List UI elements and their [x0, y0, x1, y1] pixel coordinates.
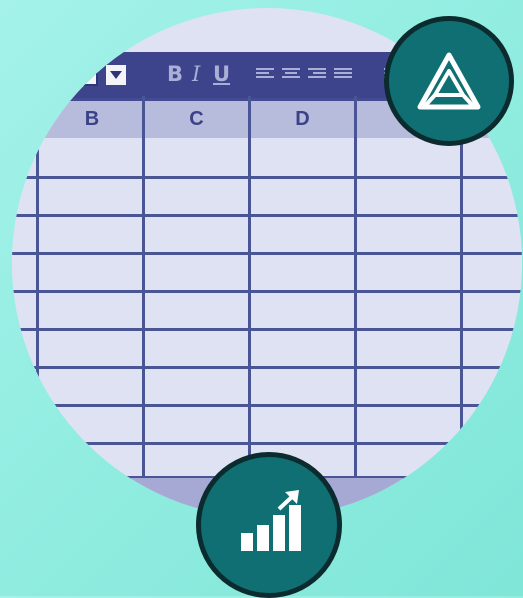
column-divider	[354, 96, 357, 476]
underline-button[interactable]: U	[213, 60, 230, 88]
align-center-icon[interactable]	[282, 68, 300, 82]
triforce-triangle-icon	[417, 52, 481, 110]
column-header-b[interactable]: B	[42, 101, 142, 138]
chart-badge	[196, 452, 342, 598]
align-justify-icon[interactable]	[334, 68, 352, 82]
row-divider	[12, 404, 522, 407]
bold-button[interactable]: B	[167, 60, 183, 88]
column-header-d[interactable]: D	[251, 101, 354, 138]
column-divider	[460, 96, 463, 476]
row-divider	[12, 176, 522, 179]
row-divider	[12, 252, 522, 255]
font-size-dropdown[interactable]	[106, 65, 126, 85]
column-divider	[142, 96, 145, 476]
cell-grid[interactable]	[12, 138, 522, 478]
column-divider	[36, 96, 39, 476]
growth-chart-icon	[241, 490, 301, 551]
font-size-field[interactable]	[70, 64, 98, 86]
align-left-icon[interactable]	[256, 68, 274, 82]
column-divider	[248, 96, 251, 476]
triangle-badge	[384, 16, 514, 146]
align-right-icon[interactable]	[308, 68, 326, 82]
row-divider	[12, 442, 522, 445]
italic-button[interactable]: I	[192, 60, 200, 88]
row-divider	[12, 328, 522, 331]
row-divider	[12, 214, 522, 217]
column-header-c[interactable]: C	[145, 101, 248, 138]
chevron-down-icon	[110, 71, 122, 79]
row-divider	[12, 366, 522, 369]
row-divider	[12, 290, 522, 293]
